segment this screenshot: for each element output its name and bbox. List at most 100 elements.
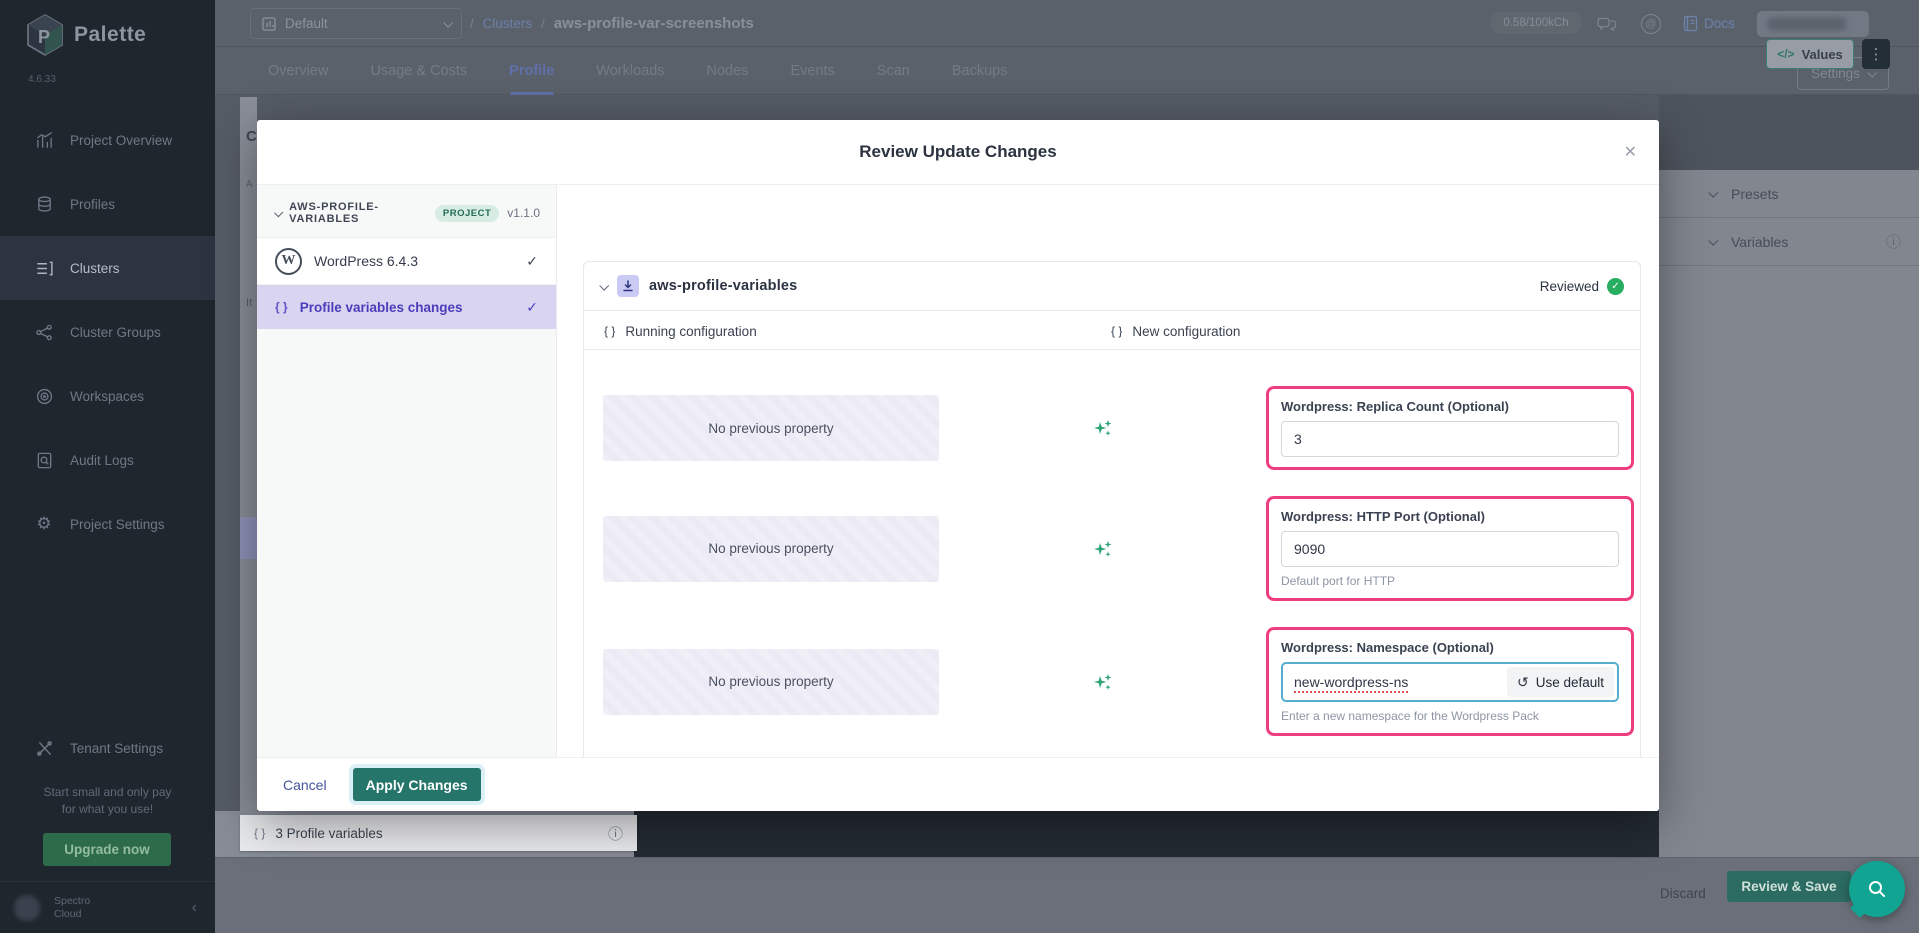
profile-variables-bar[interactable]: { } 3 Profile variables ⓘ xyxy=(240,815,637,851)
sidebar-item-project-settings[interactable]: ⚙ Project Settings xyxy=(0,492,215,556)
sidebar-footer: Spectro Cloud ‹ xyxy=(0,881,215,933)
field-label: Wordpress: HTTP Port (Optional) xyxy=(1281,509,1619,524)
usage-meter: 0.58/100kCh xyxy=(1490,12,1582,34)
collapse-sidebar-icon[interactable]: ‹ xyxy=(192,899,197,917)
fragment-text: C xyxy=(246,128,257,145)
sidebar-item-clusters[interactable]: Clusters xyxy=(0,236,215,300)
sidebar-item-profiles[interactable]: Profiles xyxy=(0,172,215,236)
discard-button[interactable]: Discard xyxy=(1660,886,1706,901)
namespace-input-focused[interactable]: new-wordpress-ns ↺ Use default xyxy=(1281,662,1619,702)
modal-body: AWS-PROFILE-VARIABLES PROJECT v1.1.0 W W… xyxy=(257,184,1659,757)
docs-label: Docs xyxy=(1704,16,1735,31)
sidebar-item-project-overview[interactable]: Project Overview xyxy=(0,108,215,172)
sparkle-icon xyxy=(1091,537,1115,561)
chevron-down-icon xyxy=(1867,68,1877,78)
pack-review-card: aws-profile-variables Reviewed ✓ { } Run… xyxy=(583,261,1641,767)
project-selector[interactable]: Default xyxy=(250,8,462,39)
kebab-menu-icon[interactable]: ⋮ xyxy=(1862,39,1890,69)
sidebar-item-label: Audit Logs xyxy=(70,453,134,468)
tree-item-wordpress[interactable]: W WordPress 6.4.3 ✓ xyxy=(257,237,556,285)
sidebar-item-workspaces[interactable]: Workspaces xyxy=(0,364,215,428)
chat-icon[interactable] xyxy=(1595,13,1619,35)
reviewed-label: Reviewed xyxy=(1540,279,1599,294)
breadcrumb-clusters-link[interactable]: Clusters xyxy=(483,16,533,31)
tools-icon xyxy=(34,738,54,758)
project-grid-icon xyxy=(261,16,277,32)
chevron-down-icon xyxy=(274,208,283,217)
profile-version: v1.1.0 xyxy=(507,206,540,220)
pack-name: aws-profile-variables xyxy=(649,278,797,294)
tree-item-profile-variables[interactable]: { } Profile variables changes ✓ xyxy=(257,285,556,329)
upgrade-now-button[interactable]: Upgrade now xyxy=(43,833,171,866)
target-icon xyxy=(34,386,54,406)
close-icon[interactable]: ✕ xyxy=(1624,142,1637,162)
sidebar-item-label: Project Overview xyxy=(70,133,172,148)
tab-overview[interactable]: Overview xyxy=(268,47,328,95)
new-configuration-header: { } New configuration xyxy=(1111,311,1240,351)
replica-count-input[interactable] xyxy=(1281,421,1619,457)
new-property-sparkle xyxy=(939,670,1266,694)
braces-icon: { } xyxy=(275,300,288,314)
field-label: Wordpress: Namespace (Optional) xyxy=(1281,640,1619,655)
spectro-logo xyxy=(14,895,40,921)
help-chat-fab[interactable] xyxy=(1849,861,1905,917)
namespace-value[interactable]: new-wordpress-ns xyxy=(1283,674,1504,690)
tab-profile[interactable]: Profile xyxy=(509,47,554,95)
presets-accordion[interactable]: Presets xyxy=(1659,170,1919,218)
reviewed-badge: Reviewed ✓ xyxy=(1540,278,1624,295)
tab-nodes[interactable]: Nodes xyxy=(707,47,749,95)
presets-label: Presets xyxy=(1731,186,1778,202)
sidebar-item-cluster-groups[interactable]: Cluster Groups xyxy=(0,300,215,364)
highlighted-field-http-port: Wordpress: HTTP Port (Optional) Default … xyxy=(1266,496,1634,601)
highlighted-field-namespace: Wordpress: Namespace (Optional) new-word… xyxy=(1266,627,1634,736)
sidebar-tenant: Tenant Settings xyxy=(0,716,215,780)
tree-item-label: WordPress 6.4.3 xyxy=(314,253,418,269)
tab-usage-costs[interactable]: Usage & Costs xyxy=(370,47,467,95)
tab-backups[interactable]: Backups xyxy=(952,47,1008,95)
no-previous-property-box: No previous property xyxy=(603,516,939,582)
column-label: New configuration xyxy=(1132,324,1240,339)
diff-row-namespace: No previous property Wordpress: Namespac… xyxy=(584,627,1640,736)
field-label: Wordpress: Replica Count (Optional) xyxy=(1281,399,1619,414)
tab-workloads[interactable]: Workloads xyxy=(596,47,664,95)
pack-card-header[interactable]: aws-profile-variables Reviewed ✓ xyxy=(584,262,1640,310)
palette-logo: P Palette xyxy=(26,14,146,56)
promo-text: Start small and only pay for what you us… xyxy=(0,784,215,818)
values-button[interactable]: </> Values xyxy=(1766,39,1854,69)
modal-title: Review Update Changes xyxy=(257,120,1659,184)
cancel-button[interactable]: Cancel xyxy=(283,777,327,793)
use-default-label: Use default xyxy=(1536,675,1604,690)
editor-top-band xyxy=(1659,95,1919,170)
diff-row-replica-count: No previous property Wordpress: Replica … xyxy=(584,386,1640,470)
tab-scan[interactable]: Scan xyxy=(877,47,910,95)
tab-events[interactable]: Events xyxy=(790,47,834,95)
config-columns-header: { } Running configuration { } New config… xyxy=(584,310,1640,350)
variables-accordion[interactable]: Variables ⓘ xyxy=(1659,218,1919,266)
apply-changes-button[interactable]: Apply Changes xyxy=(353,768,481,801)
editor-bottom-band xyxy=(634,811,1659,857)
highlighted-field-replica-count: Wordpress: Replica Count (Optional) xyxy=(1266,386,1634,470)
docs-link[interactable]: Docs xyxy=(1683,15,1735,32)
review-save-button[interactable]: Review & Save xyxy=(1727,871,1851,902)
use-default-button[interactable]: ↺ Use default xyxy=(1507,667,1614,697)
no-previous-property-box: No previous property xyxy=(603,395,939,461)
values-label: Values xyxy=(1802,47,1843,62)
sidebar-item-audit-logs[interactable]: Audit Logs xyxy=(0,428,215,492)
chevron-down-icon xyxy=(1708,188,1718,198)
profile-tree-header[interactable]: AWS-PROFILE-VARIABLES PROJECT v1.1.0 xyxy=(257,185,556,237)
user-menu-blurred[interactable] xyxy=(1757,11,1869,37)
project-selector-value: Default xyxy=(285,16,328,31)
http-port-input[interactable] xyxy=(1281,531,1619,567)
sidebar-item-tenant-settings[interactable]: Tenant Settings xyxy=(0,716,215,780)
sparkle-icon xyxy=(1091,670,1115,694)
at-mention-icon[interactable]: @ xyxy=(1641,14,1661,34)
profile-name: AWS-PROFILE-VARIABLES xyxy=(289,201,427,225)
check-icon: ✓ xyxy=(526,253,538,270)
config-diff-rows: No previous property Wordpress: Replica … xyxy=(584,350,1640,736)
check-circle-icon: ✓ xyxy=(1607,278,1624,295)
code-icon: </> xyxy=(1777,47,1794,61)
diff-row-http-port: No previous property Wordpress: HTTP Por… xyxy=(584,496,1640,601)
modal-footer: Cancel Apply Changes xyxy=(257,757,1659,811)
running-configuration-header: { } Running configuration xyxy=(604,311,757,351)
braces-icon: { } xyxy=(1111,324,1122,338)
